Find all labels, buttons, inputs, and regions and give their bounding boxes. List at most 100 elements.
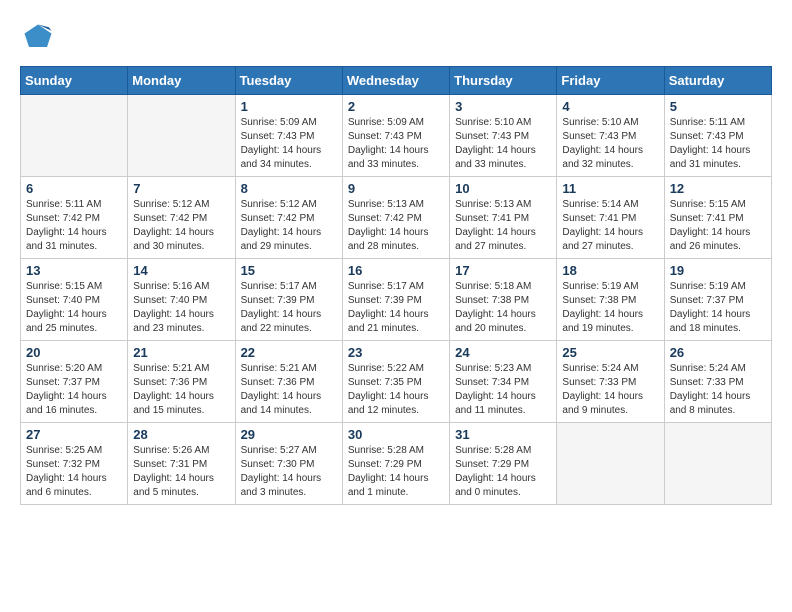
calendar-cell: 9Sunrise: 5:13 AM Sunset: 7:42 PM Daylig… xyxy=(342,177,449,259)
day-info: Sunrise: 5:14 AM Sunset: 7:41 PM Dayligh… xyxy=(562,198,658,254)
day-number: 17 xyxy=(455,263,551,278)
calendar-cell: 13 Sunrise: 5:15 AM Sunset: 7:40 PM Dayli… xyxy=(21,259,128,341)
calendar-cell: 7Sunrise: 5:12 AM Sunset: 7:42 PM Daylig… xyxy=(128,177,235,259)
calendar-week-2: 6 Sunrise: 5:11 AM Sunset: 7:42 PM Daylig… xyxy=(21,177,772,259)
day-number: 7 xyxy=(133,181,229,196)
day-info: Sunrise: 5:16 AM Sunset: 7:40 PM Dayligh… xyxy=(133,280,229,336)
weekday-header-wednesday: Wednesday xyxy=(342,67,449,95)
calendar-cell: 15 Sunrise: 5:17 AM Sunset: 7:39 PM Dayli… xyxy=(235,259,342,341)
calendar-cell: 5Sunrise: 5:11 AM Sunset: 7:43 PM Daylig… xyxy=(664,95,771,177)
day-number: 28 xyxy=(133,427,229,442)
day-number: 5 xyxy=(670,99,766,114)
calendar-cell: 6 Sunrise: 5:11 AM Sunset: 7:42 PM Daylig… xyxy=(21,177,128,259)
day-info: Sunrise: 5:19 AM Sunset: 7:38 PM Dayligh… xyxy=(562,280,658,336)
day-info: Sunrise: 5:13 AM Sunset: 7:41 PM Dayligh… xyxy=(455,198,551,254)
calendar-cell: 20 Sunrise: 5:20 AM Sunset: 7:37 PM Dayli… xyxy=(21,341,128,423)
calendar-week-5: 27Sunrise: 5:25 AM Sunset: 7:32 PM Dayli… xyxy=(21,423,772,505)
day-number: 10 xyxy=(455,181,551,196)
calendar-cell: 28 Sunrise: 5:26 AM Sunset: 7:31 PM Dayli… xyxy=(128,423,235,505)
calendar-cell xyxy=(557,423,664,505)
day-number: 30 xyxy=(348,427,444,442)
day-number: 26 xyxy=(670,345,766,360)
weekday-header-row: SundayMondayTuesdayWednesdayThursdayFrid… xyxy=(21,67,772,95)
day-info: Sunrise: 5:24 AM Sunset: 7:33 PM Dayligh… xyxy=(670,362,766,418)
calendar-cell: 23 Sunrise: 5:22 AM Sunset: 7:35 PM Dayli… xyxy=(342,341,449,423)
day-info: Sunrise: 5:28 AM Sunset: 7:29 PM Dayligh… xyxy=(455,444,551,500)
day-info: Sunrise: 5:17 AM Sunset: 7:39 PM Dayligh… xyxy=(348,280,444,336)
weekday-header-saturday: Saturday xyxy=(664,67,771,95)
calendar-cell: 11 Sunrise: 5:14 AM Sunset: 7:41 PM Dayli… xyxy=(557,177,664,259)
calendar-cell: 14 Sunrise: 5:16 AM Sunset: 7:40 PM Dayli… xyxy=(128,259,235,341)
day-info: Sunrise: 5:13 AM Sunset: 7:42 PM Dayligh… xyxy=(348,198,444,254)
calendar-cell: 16 Sunrise: 5:17 AM Sunset: 7:39 PM Dayli… xyxy=(342,259,449,341)
day-info: Sunrise: 5:12 AM Sunset: 7:42 PM Dayligh… xyxy=(241,198,337,254)
day-number: 22 xyxy=(241,345,337,360)
weekday-header-monday: Monday xyxy=(128,67,235,95)
day-info: Sunrise: 5:25 AM Sunset: 7:32 PM Dayligh… xyxy=(26,444,122,500)
calendar-cell: 17Sunrise: 5:18 AM Sunset: 7:38 PM Dayli… xyxy=(450,259,557,341)
day-info: Sunrise: 5:20 AM Sunset: 7:37 PM Dayligh… xyxy=(26,362,122,418)
calendar-cell: 1Sunrise: 5:09 AM Sunset: 7:43 PM Daylig… xyxy=(235,95,342,177)
calendar-week-4: 20 Sunrise: 5:20 AM Sunset: 7:37 PM Dayli… xyxy=(21,341,772,423)
calendar-cell: 12Sunrise: 5:15 AM Sunset: 7:41 PM Dayli… xyxy=(664,177,771,259)
page-header xyxy=(20,20,772,56)
day-number: 15 xyxy=(241,263,337,278)
day-info: Sunrise: 5:15 AM Sunset: 7:41 PM Dayligh… xyxy=(670,198,766,254)
day-info: Sunrise: 5:10 AM Sunset: 7:43 PM Dayligh… xyxy=(455,116,551,172)
day-info: Sunrise: 5:17 AM Sunset: 7:39 PM Dayligh… xyxy=(241,280,337,336)
calendar-cell: 24Sunrise: 5:23 AM Sunset: 7:34 PM Dayli… xyxy=(450,341,557,423)
calendar-cell: 21Sunrise: 5:21 AM Sunset: 7:36 PM Dayli… xyxy=(128,341,235,423)
day-info: Sunrise: 5:15 AM Sunset: 7:40 PM Dayligh… xyxy=(26,280,122,336)
day-info: Sunrise: 5:09 AM Sunset: 7:43 PM Dayligh… xyxy=(241,116,337,172)
logo-icon xyxy=(20,20,56,56)
calendar-cell: 22 Sunrise: 5:21 AM Sunset: 7:36 PM Dayli… xyxy=(235,341,342,423)
day-number: 6 xyxy=(26,181,122,196)
calendar-cell: 26 Sunrise: 5:24 AM Sunset: 7:33 PM Dayli… xyxy=(664,341,771,423)
day-number: 25 xyxy=(562,345,658,360)
weekday-header-sunday: Sunday xyxy=(21,67,128,95)
day-number: 13 xyxy=(26,263,122,278)
day-number: 29 xyxy=(241,427,337,442)
day-info: Sunrise: 5:21 AM Sunset: 7:36 PM Dayligh… xyxy=(133,362,229,418)
day-info: Sunrise: 5:22 AM Sunset: 7:35 PM Dayligh… xyxy=(348,362,444,418)
calendar-cell: 29 Sunrise: 5:27 AM Sunset: 7:30 PM Dayli… xyxy=(235,423,342,505)
day-number: 3 xyxy=(455,99,551,114)
day-number: 2 xyxy=(348,99,444,114)
calendar-cell: 3 Sunrise: 5:10 AM Sunset: 7:43 PM Daylig… xyxy=(450,95,557,177)
calendar-week-3: 13 Sunrise: 5:15 AM Sunset: 7:40 PM Dayli… xyxy=(21,259,772,341)
calendar-cell: 10 Sunrise: 5:13 AM Sunset: 7:41 PM Dayli… xyxy=(450,177,557,259)
day-number: 20 xyxy=(26,345,122,360)
day-number: 23 xyxy=(348,345,444,360)
calendar-cell: 19 Sunrise: 5:19 AM Sunset: 7:37 PM Dayli… xyxy=(664,259,771,341)
day-info: Sunrise: 5:21 AM Sunset: 7:36 PM Dayligh… xyxy=(241,362,337,418)
calendar-cell xyxy=(21,95,128,177)
calendar-cell xyxy=(128,95,235,177)
calendar-cell: 4 Sunrise: 5:10 AM Sunset: 7:43 PM Daylig… xyxy=(557,95,664,177)
weekday-header-friday: Friday xyxy=(557,67,664,95)
day-info: Sunrise: 5:10 AM Sunset: 7:43 PM Dayligh… xyxy=(562,116,658,172)
day-info: Sunrise: 5:28 AM Sunset: 7:29 PM Dayligh… xyxy=(348,444,444,500)
day-number: 24 xyxy=(455,345,551,360)
day-number: 11 xyxy=(562,181,658,196)
calendar-week-1: 1Sunrise: 5:09 AM Sunset: 7:43 PM Daylig… xyxy=(21,95,772,177)
day-number: 19 xyxy=(670,263,766,278)
calendar-cell: 18 Sunrise: 5:19 AM Sunset: 7:38 PM Dayli… xyxy=(557,259,664,341)
day-info: Sunrise: 5:19 AM Sunset: 7:37 PM Dayligh… xyxy=(670,280,766,336)
day-number: 14 xyxy=(133,263,229,278)
day-info: Sunrise: 5:24 AM Sunset: 7:33 PM Dayligh… xyxy=(562,362,658,418)
weekday-header-thursday: Thursday xyxy=(450,67,557,95)
day-number: 4 xyxy=(562,99,658,114)
weekday-header-tuesday: Tuesday xyxy=(235,67,342,95)
calendar-table: SundayMondayTuesdayWednesdayThursdayFrid… xyxy=(20,66,772,505)
day-info: Sunrise: 5:26 AM Sunset: 7:31 PM Dayligh… xyxy=(133,444,229,500)
day-number: 31 xyxy=(455,427,551,442)
day-number: 16 xyxy=(348,263,444,278)
logo xyxy=(20,20,60,56)
day-info: Sunrise: 5:11 AM Sunset: 7:42 PM Dayligh… xyxy=(26,198,122,254)
day-info: Sunrise: 5:09 AM Sunset: 7:43 PM Dayligh… xyxy=(348,116,444,172)
calendar-cell: 8Sunrise: 5:12 AM Sunset: 7:42 PM Daylig… xyxy=(235,177,342,259)
calendar-cell xyxy=(664,423,771,505)
day-number: 18 xyxy=(562,263,658,278)
day-info: Sunrise: 5:27 AM Sunset: 7:30 PM Dayligh… xyxy=(241,444,337,500)
calendar-cell: 2 Sunrise: 5:09 AM Sunset: 7:43 PM Daylig… xyxy=(342,95,449,177)
